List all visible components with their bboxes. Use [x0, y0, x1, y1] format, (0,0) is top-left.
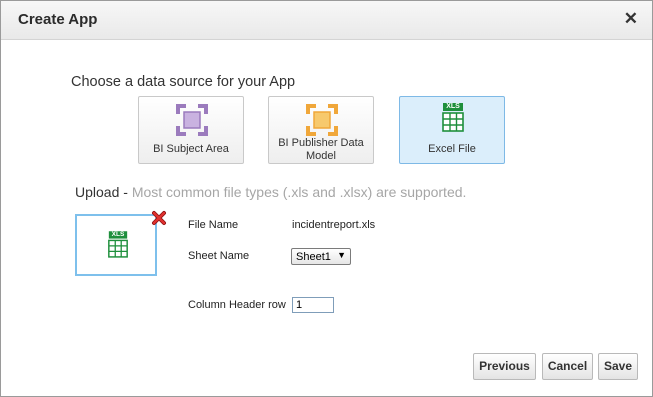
chevron-down-icon: ▼ — [337, 250, 346, 260]
column-header-input[interactable] — [292, 297, 334, 313]
xls-badge: XLS — [111, 231, 125, 238]
close-icon[interactable]: ✕ — [624, 9, 638, 29]
xls-badge: XLS — [446, 103, 460, 110]
source-option-subject-area[interactable]: BI Subject Area — [138, 96, 244, 164]
file-name-label: File Name — [188, 219, 239, 231]
source-option-excel-file[interactable]: XLS Excel File — [399, 96, 505, 164]
dialog-title: Create App — [18, 11, 98, 28]
create-app-dialog: Create App ✕ Choose a data source for yo… — [0, 0, 653, 397]
previous-button[interactable]: Previous — [473, 353, 536, 380]
upload-heading: Upload - Most common file types (.xls an… — [75, 184, 466, 200]
source-option-data-model[interactable]: BI Publisher Data Model — [268, 96, 374, 164]
upload-separator: - — [119, 184, 132, 200]
file-name-value: incidentreport.xls — [292, 219, 376, 231]
sheet-name-select[interactable]: Sheet1 ▼ — [291, 248, 351, 265]
save-button[interactable]: Save — [598, 353, 638, 380]
cancel-button[interactable]: Cancel — [542, 353, 593, 380]
upload-note: Most common file types (.xls and .xlsx) … — [131, 184, 467, 200]
remove-icon[interactable] — [151, 210, 167, 226]
uploaded-file-preview[interactable]: XLS — [75, 214, 157, 276]
source-option-label: BI Publisher Data Model — [278, 137, 364, 162]
data-model-icon — [306, 104, 338, 136]
sheet-name-label: Sheet Name — [188, 250, 250, 262]
data-source-prompt: Choose a data source for your App — [71, 74, 296, 90]
source-option-label: BI Subject Area — [153, 143, 229, 155]
upload-label: Upload — [75, 184, 120, 200]
subject-area-icon — [176, 104, 208, 136]
dialog-titlebar: Create App ✕ — [1, 1, 652, 40]
column-header-label: Column Header row — [188, 299, 286, 311]
source-option-label: Excel File — [428, 143, 476, 155]
sheet-name-value: Sheet1 — [296, 251, 331, 263]
